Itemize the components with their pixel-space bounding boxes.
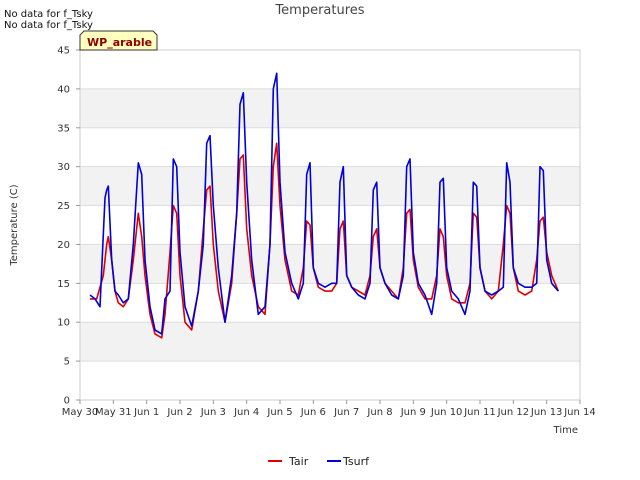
x-tick-label: Jun 5 <box>266 407 292 418</box>
x-tick-label: Jun 2 <box>166 407 192 418</box>
y-tick-label: 5 <box>64 357 70 368</box>
y-tick-label: 15 <box>57 279 70 290</box>
x-tick-label: Jun 13 <box>530 407 563 418</box>
x-axis: May 30May 31 Jun 1 Jun 2 Jun 3 Jun 4 Jun 5 Jun… <box>62 400 596 418</box>
badge-label: WP_arable <box>87 36 152 49</box>
x-tick-label: Jun 8 <box>366 407 392 418</box>
x-tick-label: Jun 14 <box>563 407 596 418</box>
y-axis: 0 5 10 15 20 25 30 35 40 45 <box>57 46 80 407</box>
y-tick-label: 10 <box>57 318 70 329</box>
legend: Tair Tsurf <box>268 455 370 468</box>
legend-label-tair: Tair <box>288 455 309 468</box>
x-tick-label: Jun 1 <box>133 407 159 418</box>
y-tick-label: 0 <box>64 396 70 407</box>
x-tick-label: Jun 12 <box>497 407 530 418</box>
x-tick-label: Jun 9 <box>400 407 426 418</box>
x-tick-label: Jun 11 <box>463 407 496 418</box>
no-data-note-2: No data for f_Tsky <box>4 20 93 31</box>
x-tick-label: Jun 7 <box>333 407 359 418</box>
chart-title: Temperatures <box>274 3 364 18</box>
y-tick-label: 35 <box>57 123 70 134</box>
site-badge: WP_arable <box>79 30 158 51</box>
y-axis-title: Temperature (C) <box>9 184 20 266</box>
x-tick-label: May 31 <box>95 407 132 418</box>
y-tick-label: 25 <box>57 201 70 212</box>
legend-label-tsurf: Tsurf <box>342 455 370 468</box>
x-axis-title: Time <box>553 425 578 436</box>
y-tick-label: 45 <box>57 46 70 57</box>
no-data-note-1: No data for f_Tsky <box>4 9 93 20</box>
x-tick-label: Jun 4 <box>233 407 259 418</box>
x-tick-label: Jun 10 <box>430 407 463 418</box>
chart: No data for f_Tsky No data for f_Tsky Te… <box>4 3 596 468</box>
band <box>80 88 580 128</box>
x-tick-label: Jun 6 <box>300 407 326 418</box>
x-tick-label: Jun 3 <box>200 407 226 418</box>
y-tick-label: 20 <box>57 240 70 251</box>
y-tick-label: 30 <box>57 162 70 173</box>
x-tick-label: May 30 <box>62 407 99 418</box>
y-tick-label: 40 <box>57 84 70 95</box>
